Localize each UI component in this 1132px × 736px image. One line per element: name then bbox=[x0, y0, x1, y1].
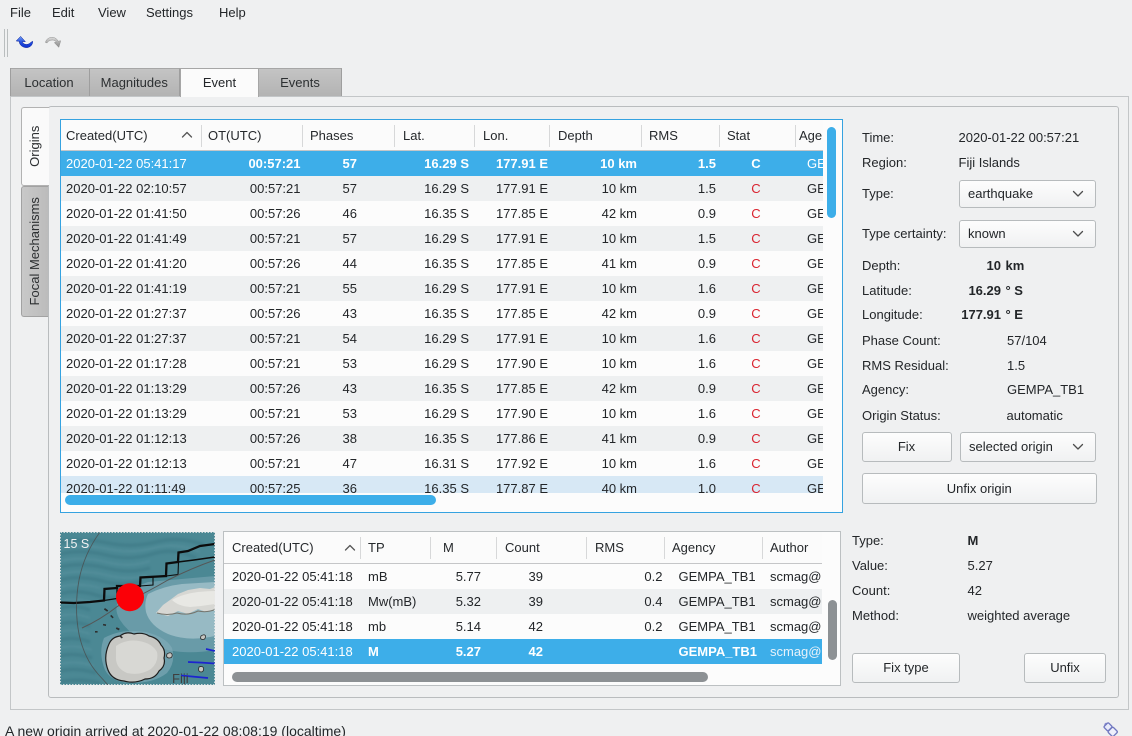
svg-text:15 S: 15 S bbox=[64, 537, 90, 551]
svg-text:Fiji: Fiji bbox=[172, 671, 189, 685]
